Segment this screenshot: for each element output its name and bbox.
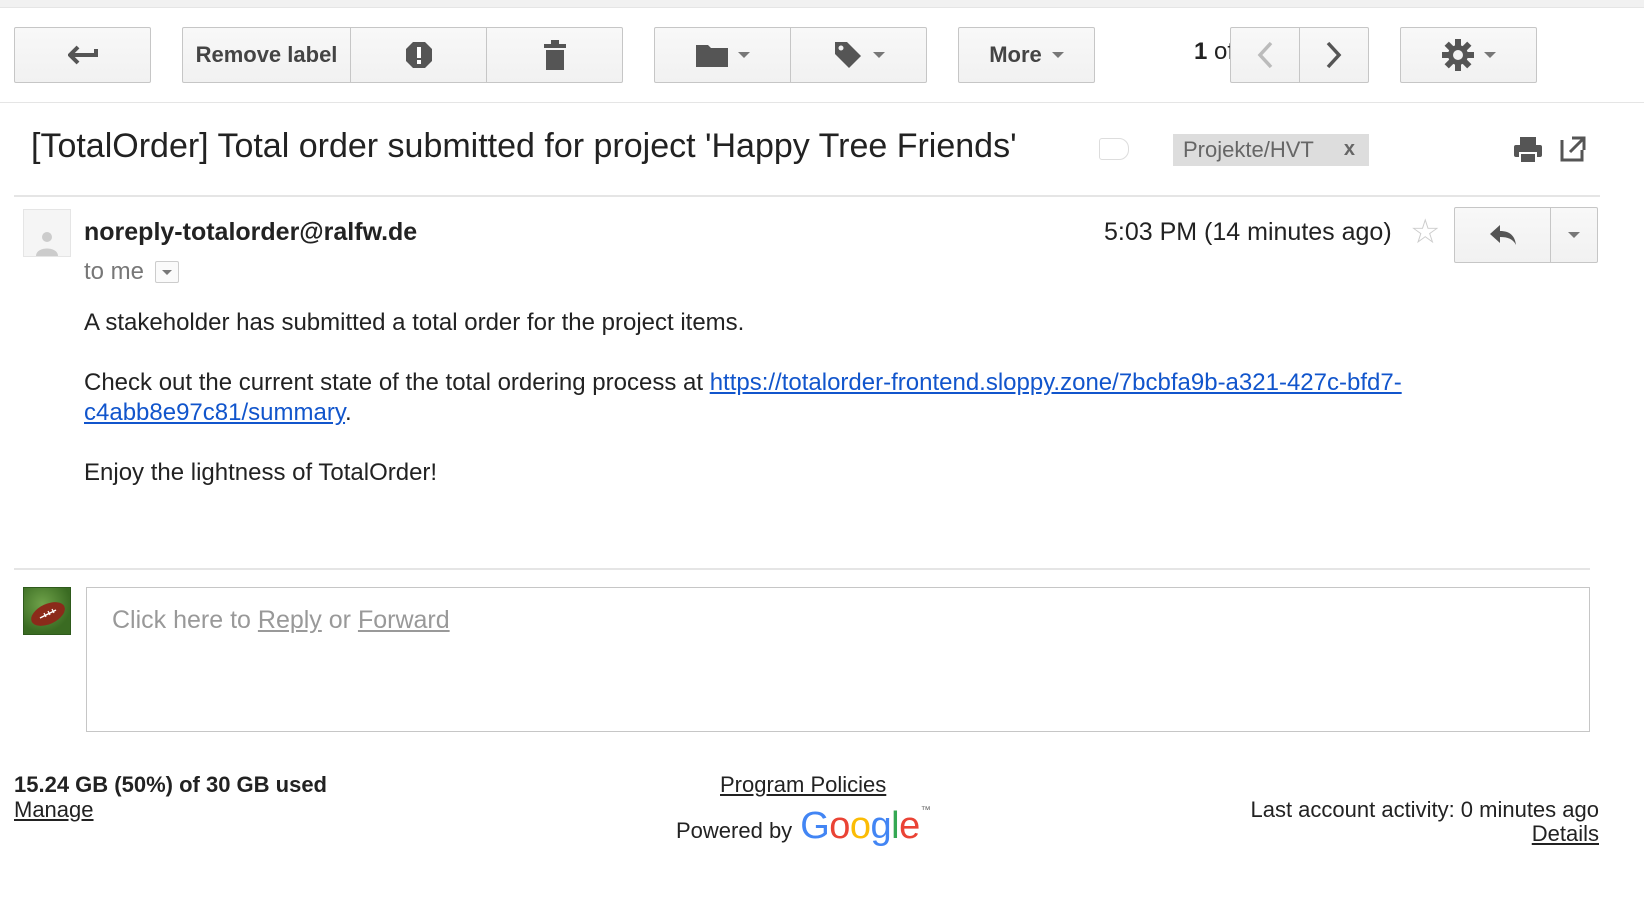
back-arrow-icon (67, 45, 98, 65)
google-letter: g (870, 805, 892, 847)
top-border (0, 0, 1644, 8)
google-letter: o (829, 805, 850, 847)
delete-button[interactable] (486, 27, 623, 83)
body-line-1: A stakeholder has submitted a total orde… (84, 309, 745, 336)
remove-label-text: Remove label (195, 42, 338, 67)
program-policies-link[interactable]: Program Policies (720, 772, 886, 798)
football-icon (31, 602, 65, 626)
forward-link[interactable]: Forward (358, 606, 450, 634)
label-chip-text: Projekte/HVT (1183, 137, 1314, 162)
powered-by: Powered by Google™ (676, 805, 931, 848)
google-letter: l (891, 805, 900, 847)
body-line-3: Enjoy the lightness of TotalOrder! (84, 459, 438, 486)
back-button[interactable] (14, 27, 151, 83)
remove-label-button[interactable]: Remove label (182, 27, 351, 83)
label-tag-icon (834, 42, 861, 68)
recipient-row: to me (84, 258, 180, 286)
toolbar-divider (0, 102, 1644, 103)
labels-button[interactable] (790, 27, 927, 83)
more-button[interactable]: More (958, 27, 1095, 83)
report-spam-icon (405, 42, 432, 68)
body-line-2: Check out the current state of the total… (84, 368, 1514, 428)
activity-details-link[interactable]: Details (1532, 821, 1599, 847)
storage-usage: 15.24 GB (50%) of 30 GB used (14, 772, 327, 797)
body-line-2-text: Check out the current state of the total… (84, 369, 710, 396)
label-chip-remove[interactable]: x (1344, 138, 1355, 161)
last-activity: Last account activity: 0 minutes ago (1250, 797, 1599, 822)
email-subject: [TotalOrder] Total order submitted for p… (31, 127, 1017, 165)
recipient-text: to me (84, 258, 145, 285)
print-icon (1514, 137, 1542, 164)
google-letter: G (800, 805, 830, 847)
trademark: ™ (920, 805, 931, 816)
google-logo: Google™ (800, 805, 931, 848)
sender-address[interactable]: noreply-totalorder@ralfw.de (84, 218, 417, 247)
person-icon (36, 232, 58, 256)
sender-avatar[interactable] (23, 209, 71, 257)
chevron-down-icon (1568, 232, 1580, 238)
reply-button[interactable] (1455, 208, 1550, 262)
subject-divider (14, 195, 1600, 197)
email-timestamp: 5:03 PM (14 minutes ago) (1104, 218, 1392, 246)
chevron-left-icon (1257, 41, 1273, 69)
gear-icon (1441, 39, 1474, 71)
email-body: A stakeholder has submitted a total orde… (84, 308, 1514, 518)
reply-button-group (1454, 207, 1598, 263)
older-button[interactable] (1299, 27, 1369, 83)
new-window-icon (1560, 136, 1586, 162)
powered-by-text: Powered by (676, 818, 793, 843)
chevron-down-icon (1051, 52, 1064, 58)
settings-button[interactable] (1400, 27, 1537, 83)
new-window-button[interactable] (1560, 136, 1586, 167)
chevron-down-icon (872, 52, 885, 58)
chevron-down-icon (1483, 52, 1496, 58)
reply-link[interactable]: Reply (258, 606, 322, 634)
body-divider (14, 568, 1590, 570)
print-all-button[interactable] (1513, 136, 1543, 169)
newer-button[interactable] (1230, 27, 1300, 83)
pager-current: 1 (1194, 38, 1208, 65)
folder-icon (695, 45, 728, 67)
star-icon[interactable]: ☆ (1410, 212, 1440, 252)
report-spam-button[interactable] (350, 27, 487, 83)
label-chip[interactable]: Projekte/HVT x (1173, 134, 1369, 166)
chevron-down-icon (737, 52, 750, 58)
reply-box[interactable]: Click here to Reply or Forward (86, 587, 1590, 732)
trash-icon (543, 40, 566, 70)
body-line-2-suffix: . (345, 399, 352, 426)
more-label: More (989, 42, 1042, 67)
more-actions-button[interactable] (1551, 208, 1597, 262)
manage-storage-link[interactable]: Manage (14, 797, 94, 823)
chevron-right-icon (1326, 41, 1342, 69)
move-to-button[interactable] (654, 27, 791, 83)
google-letter: o (849, 805, 871, 847)
google-letter: e (899, 805, 920, 847)
show-details-button[interactable] (155, 261, 180, 283)
chevron-down-icon (162, 269, 173, 275)
user-avatar[interactable] (23, 587, 71, 635)
reply-prompt-text: Click here to (112, 606, 258, 634)
reply-or-text: or (321, 606, 358, 634)
reply-icon (1489, 225, 1516, 245)
importance-marker-icon[interactable] (1099, 138, 1129, 160)
